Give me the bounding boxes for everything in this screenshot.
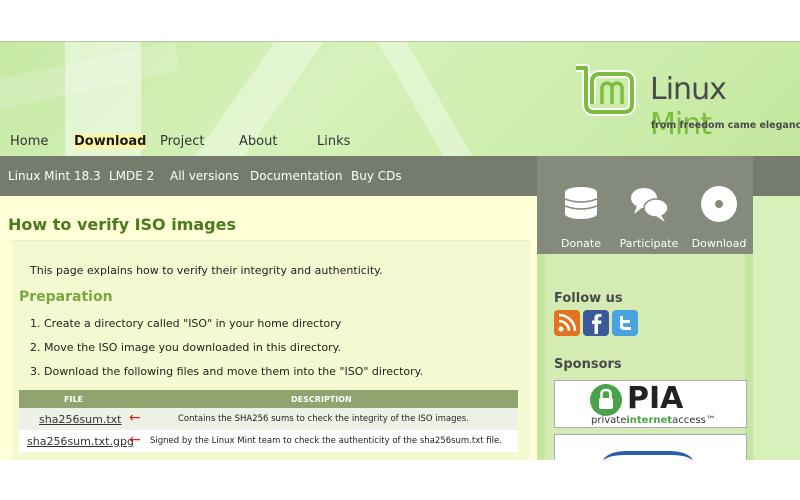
quicklink-download[interactable]: Download (683, 184, 755, 250)
subnav-linux-mint-18-3[interactable]: Linux Mint 18.3 (8, 169, 101, 183)
page-bottom-band (0, 460, 800, 500)
logo-tagline: from freedom came elegance (651, 120, 800, 131)
sponsor-tagline-part: private (591, 415, 627, 426)
sponsors-title: Sponsors (554, 357, 622, 372)
table-row: sha256sum.txt ← Contains the SHA256 sums… (19, 408, 518, 430)
quicklinks-panel: Donate Participate Download (537, 156, 753, 254)
sponsor-tagline: privateinternetaccess™ (591, 415, 716, 426)
subnav-lmde-2[interactable]: LMDE 2 (109, 169, 154, 183)
site-header: Linux Mint from freedom came elegance Ho… (0, 42, 800, 156)
step-item: 1. Create a directory called "ISO" in yo… (30, 317, 342, 330)
nav-home[interactable]: Home (10, 134, 48, 149)
logo-word-linux: Linux (650, 72, 727, 107)
sponsor-name: PIA (627, 381, 684, 416)
file-description: Contains the SHA256 sums to check the in… (178, 414, 469, 424)
files-table: FILE DESCRIPTION sha256sum.txt ← Contain… (19, 390, 518, 452)
sponsor-tagline-part: access™ (672, 415, 716, 426)
subnav-buy-cds[interactable]: Buy CDs (351, 169, 402, 183)
disc-icon (701, 186, 737, 222)
intro-text: This page explains how to verify their i… (30, 264, 383, 277)
follow-us-title: Follow us (554, 291, 623, 306)
file-link-sha256sum[interactable]: sha256sum.txt (39, 413, 122, 426)
subnav-extension (753, 156, 800, 196)
section-title: Preparation (19, 289, 113, 305)
file-link-sha256sum-gpg[interactable]: sha256sum.txt.gpg (27, 435, 134, 448)
quicklink-label: Participate (619, 237, 679, 250)
table-header: FILE DESCRIPTION (19, 390, 518, 408)
subnav-documentation[interactable]: Documentation (250, 169, 343, 183)
twitter-icon[interactable] (612, 310, 638, 336)
browser-viewport: Linux Mint from freedom came elegance Ho… (0, 0, 800, 500)
quicklink-label: Donate (561, 237, 601, 250)
sponsor-pia-banner[interactable]: PIA privateinternetaccess™ (554, 380, 747, 428)
column-header-file: FILE (64, 395, 84, 404)
right-margin (753, 156, 800, 460)
mint-logo-icon (576, 64, 636, 116)
main-content: How to verify ISO images This page expla… (0, 196, 537, 460)
quicklink-donate[interactable]: Donate (545, 184, 617, 250)
nav-links[interactable]: Links (317, 134, 350, 149)
sponsor-tagline-part: internet (626, 415, 673, 426)
logo-wordmark: Linux Mint (650, 72, 792, 142)
quicklink-label: Download (691, 237, 747, 250)
step-item: 3. Download the following files and move… (30, 365, 424, 378)
column-header-description: DESCRIPTION (291, 395, 352, 404)
facebook-icon[interactable] (583, 310, 609, 336)
page-title: How to verify ISO images (8, 215, 236, 234)
nav-about[interactable]: About (239, 134, 277, 149)
header-decoration (366, 42, 499, 156)
padlock-icon (590, 384, 622, 416)
left-arrow-icon: ← (129, 432, 141, 448)
sidebar: Follow us Sponsors PIA privateinternetac… (537, 254, 753, 464)
nav-project[interactable]: Project (160, 134, 204, 149)
page-top-band (0, 0, 800, 42)
table-row: sha256sum.txt.gpg ← Signed by the Linux … (19, 430, 518, 452)
left-arrow-icon: ← (129, 410, 141, 426)
quicklink-participate[interactable]: Participate (613, 184, 685, 250)
chat-bubbles-icon (631, 188, 669, 222)
subnav-all-versions[interactable]: All versions (170, 169, 239, 183)
file-description: Signed by the Linux Mint team to check t… (150, 436, 502, 446)
nav-download[interactable]: Download (74, 134, 147, 149)
linux-mint-logo[interactable]: Linux Mint from freedom came elegance (572, 64, 800, 142)
coins-icon (564, 187, 598, 219)
step-item: 2. Move the ISO image you downloaded in … (30, 341, 342, 354)
rss-icon[interactable] (554, 310, 580, 336)
